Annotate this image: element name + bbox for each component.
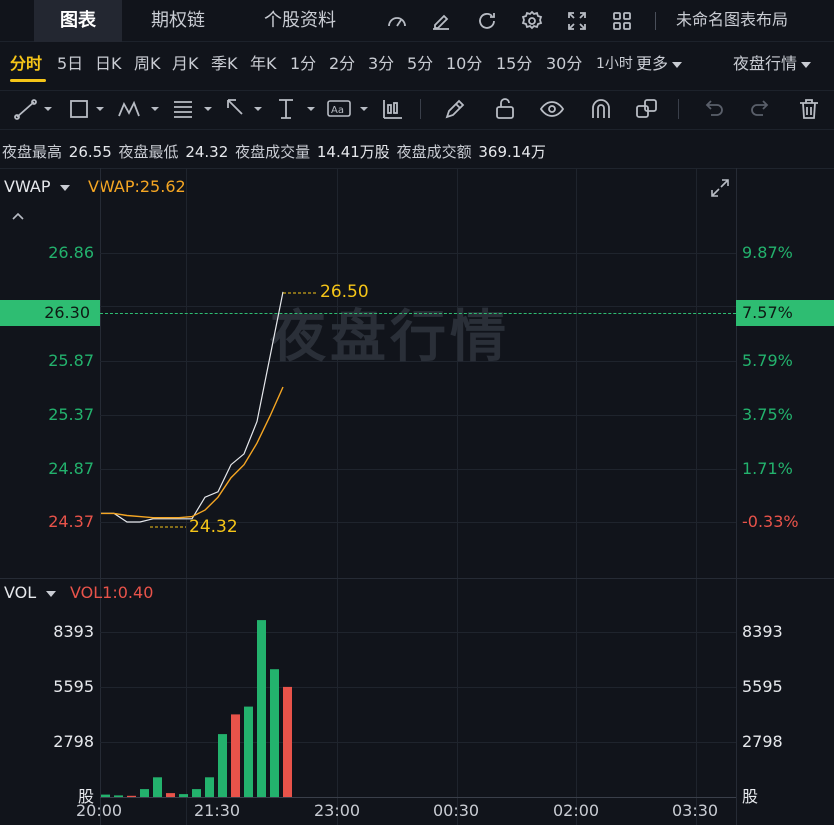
volume-bar [257,620,266,797]
volume-bar [101,794,110,797]
time-tick: 23:00 [314,801,361,820]
volume-bar [192,789,201,797]
time-tick: 21:30 [194,801,241,820]
volume-chart[interactable] [0,0,834,825]
volume-bar [127,795,136,797]
time-tick: 02:00 [553,801,600,820]
time-tick: 20:00 [76,801,123,820]
volume-bar [205,777,214,797]
volume-bar [179,794,188,797]
volume-bar [140,789,149,797]
volume-bar [166,793,175,797]
volume-bar [231,714,240,797]
volume-bar [270,669,279,797]
volume-bar [218,734,227,797]
time-tick: 03:30 [672,801,719,820]
volume-bar [244,706,253,797]
time-tick: 00:30 [433,801,480,820]
volume-bar [283,686,292,797]
volume-bar [153,777,162,797]
volume-bar [114,795,123,797]
